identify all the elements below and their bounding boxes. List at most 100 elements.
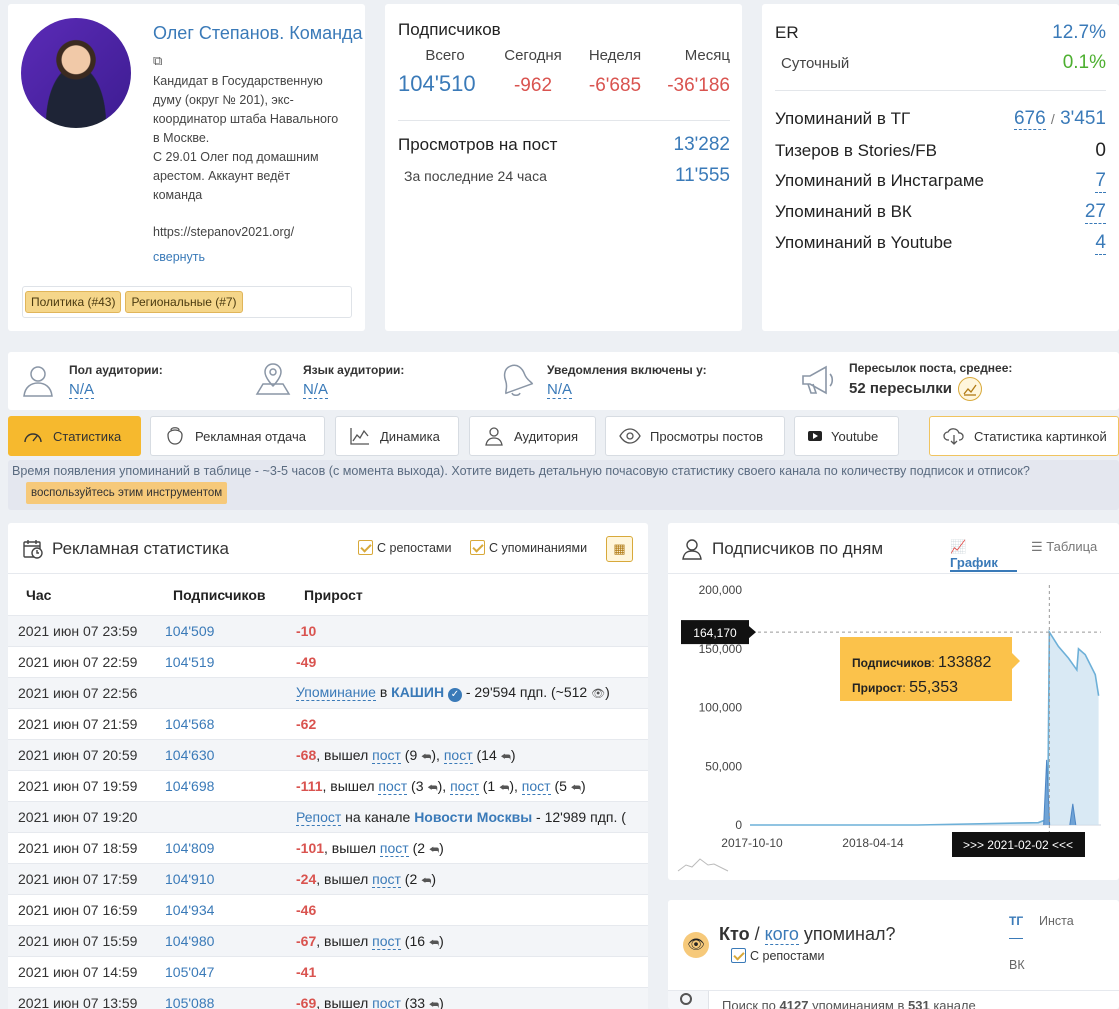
tab-label: Рекламная отдача bbox=[195, 428, 306, 444]
views-label: Просмотров на пост bbox=[398, 135, 558, 154]
subs-month: -36'186 bbox=[667, 75, 730, 96]
label-month: Месяц bbox=[684, 47, 730, 64]
checkbox-checked-icon bbox=[731, 948, 746, 963]
daily-label: Суточный bbox=[781, 55, 850, 72]
post-link[interactable]: пост bbox=[450, 777, 479, 795]
tg-mentions-value[interactable]: 676 bbox=[1013, 108, 1046, 130]
search-input[interactable]: Поиск по 4127 упоминаниям в 531 канале bbox=[708, 991, 1119, 1009]
views-value: 13'282 bbox=[673, 134, 730, 155]
post-link[interactable]: пост bbox=[443, 746, 473, 764]
chart-divider bbox=[668, 573, 1119, 574]
tab-audience[interactable]: Аудитория bbox=[469, 416, 596, 456]
post-link[interactable]: пост bbox=[372, 932, 401, 950]
stats-table: 2021 июн 07 23:59 104'509 -10 2021 июн 07 2… bbox=[8, 615, 648, 1009]
growth-cell: -24, вышел пост (2 ⮪) bbox=[296, 863, 648, 895]
post-link[interactable]: пост bbox=[521, 777, 551, 795]
growth-cell: -62 bbox=[296, 708, 648, 740]
divider bbox=[398, 120, 730, 121]
tab-statistics[interactable]: Статистика bbox=[8, 416, 141, 456]
tab-label: График bbox=[950, 555, 998, 570]
tab-youtube[interactable]: Youtube bbox=[794, 416, 899, 456]
post-count: (5 bbox=[554, 777, 567, 794]
language-value[interactable]: N/A bbox=[303, 381, 329, 399]
cursor-value: 164,170 bbox=[693, 626, 737, 640]
tab-label: Таблица bbox=[1046, 539, 1098, 554]
post-link[interactable]: пост bbox=[372, 746, 401, 764]
teasers-label: Тизеров в Stories/FB bbox=[775, 141, 937, 160]
channel-link[interactable]: КАШИН bbox=[391, 684, 444, 700]
growth-cell: -101, вышел пост (2 ⮪) bbox=[296, 832, 648, 864]
subs-cell bbox=[165, 801, 296, 833]
subs-area-chart[interactable]: 200,000150,000100,00050,00002017-10-10 20… bbox=[668, 575, 1119, 880]
gender-value[interactable]: N/A bbox=[69, 381, 95, 399]
chart-mini-icon[interactable] bbox=[958, 377, 982, 401]
growth-value: -67 bbox=[296, 932, 317, 949]
vk-value[interactable]: 27 bbox=[1084, 201, 1106, 224]
col-subscribers: Подписчиков bbox=[173, 587, 266, 603]
tab-dynamics[interactable]: Динамика bbox=[335, 416, 459, 456]
tag-regional[interactable]: Региональные (#7) bbox=[125, 291, 243, 313]
notice-tool-button[interactable]: воспользуйтесь этим инструментом bbox=[26, 482, 228, 504]
tab-vk[interactable]: ВК bbox=[1009, 958, 1025, 972]
reply-icon: ⮪ bbox=[428, 998, 440, 1009]
tab-stat-image[interactable]: Статистика картинкой bbox=[929, 416, 1119, 456]
collapse-link[interactable]: свернуть bbox=[153, 250, 205, 264]
post-link[interactable]: пост bbox=[372, 994, 401, 1009]
reply-icon: ⮪ bbox=[428, 936, 440, 949]
notice-text: Время появления упоминаний в таблице - ~… bbox=[12, 464, 1030, 478]
subs-today: -962 bbox=[513, 75, 553, 96]
who-label: Кто bbox=[719, 924, 750, 944]
hour-cell: 2021 июн 07 13:59 bbox=[8, 987, 165, 1009]
table-row: 2021 июн 07 19:59 104'698 -111, вышел пост… bbox=[8, 770, 648, 802]
with-reposts-checkbox[interactable]: С репостами bbox=[358, 540, 452, 555]
table-row: 2021 июн 07 18:59 104'809 -101, вышел пост… bbox=[8, 832, 648, 864]
post-link[interactable]: пост bbox=[379, 839, 409, 857]
channel-description: Кандидат в Государственную думу (округ № … bbox=[153, 72, 358, 205]
who-reposts-checkbox[interactable]: С репостами bbox=[731, 948, 825, 963]
left-text: , вышел bbox=[316, 870, 373, 887]
mention-link[interactable]: Упоминание bbox=[296, 684, 376, 701]
tab-insta[interactable]: Инста bbox=[1039, 914, 1074, 928]
notifications-value[interactable]: N/A bbox=[547, 381, 573, 399]
growth-cell: -69, вышел пост (33 ⮪) bbox=[296, 987, 648, 1009]
growth-value: -41 bbox=[296, 964, 317, 980]
tg-label: Упоминаний в ТГ bbox=[775, 109, 911, 128]
whom-toggle[interactable]: кого bbox=[764, 924, 799, 945]
subs-cell bbox=[165, 677, 296, 709]
yt-value[interactable]: 4 bbox=[1095, 232, 1106, 255]
tab-post-views[interactable]: Просмотры постов bbox=[605, 416, 785, 456]
tab-ad-returns[interactable]: Рекламная отдача bbox=[150, 416, 325, 456]
er-value: 12.7% bbox=[1052, 22, 1106, 43]
tab-tg[interactable]: ТГ bbox=[1009, 914, 1024, 939]
yt-label: Упоминаний в Youtube bbox=[775, 233, 953, 252]
copy-icon[interactable]: ⧉ bbox=[153, 53, 162, 68]
tag-politics[interactable]: Политика (#43) bbox=[25, 291, 122, 313]
line-chart-icon: 📈 bbox=[950, 539, 967, 554]
language-label: Язык аудитории: bbox=[303, 363, 405, 377]
repost-link[interactable]: Репост bbox=[296, 809, 342, 826]
subs-total: 104'510 bbox=[398, 71, 476, 96]
table-row: 2021 июн 07 21:59 104'568 -62 bbox=[8, 708, 648, 740]
x-tick-label: 2018-04-14 bbox=[842, 836, 904, 850]
with-mentions-checkbox[interactable]: С упоминаниями bbox=[470, 540, 587, 555]
er-label: ER bbox=[775, 23, 799, 42]
who-title-tail: упоминал? bbox=[798, 924, 896, 944]
growth-cell: Упоминание в КАШИН ✓ - 29'594 пдп. (~512… bbox=[296, 677, 648, 709]
channel-link[interactable]: Новости Москвы bbox=[414, 809, 532, 825]
table-row: 2021 июн 07 20:59 104'630 -68, вышел пост … bbox=[8, 739, 648, 771]
insta-row: Упоминаний в Инстаграме 7 bbox=[775, 170, 1106, 193]
post-link[interactable]: пост bbox=[378, 777, 408, 795]
left-text: , вышел bbox=[316, 932, 373, 949]
tab-table[interactable]: ☰ Таблица bbox=[1031, 539, 1097, 555]
tab-graph[interactable]: 📈 График bbox=[950, 539, 1017, 572]
post-link[interactable]: пост bbox=[372, 870, 401, 888]
insta-value[interactable]: 7 bbox=[1095, 170, 1106, 193]
table-row: 2021 июн 07 22:56 Упоминание в КАШИН ✓ - … bbox=[8, 677, 648, 709]
reply-icon: ⮪ bbox=[570, 781, 582, 794]
cloud-download-icon bbox=[943, 428, 964, 445]
channel-url[interactable]: https://stepanov2021.org/ bbox=[153, 225, 294, 239]
calendar-button[interactable]: ▦ bbox=[606, 536, 633, 562]
subscribers-card: Подписчиков Всего Сегодня Неделя Месяц 1… bbox=[385, 4, 742, 331]
subs-week: -6'685 bbox=[588, 75, 642, 96]
channel-name[interactable]: Олег Степанов. Команда ⧉ bbox=[153, 20, 363, 74]
